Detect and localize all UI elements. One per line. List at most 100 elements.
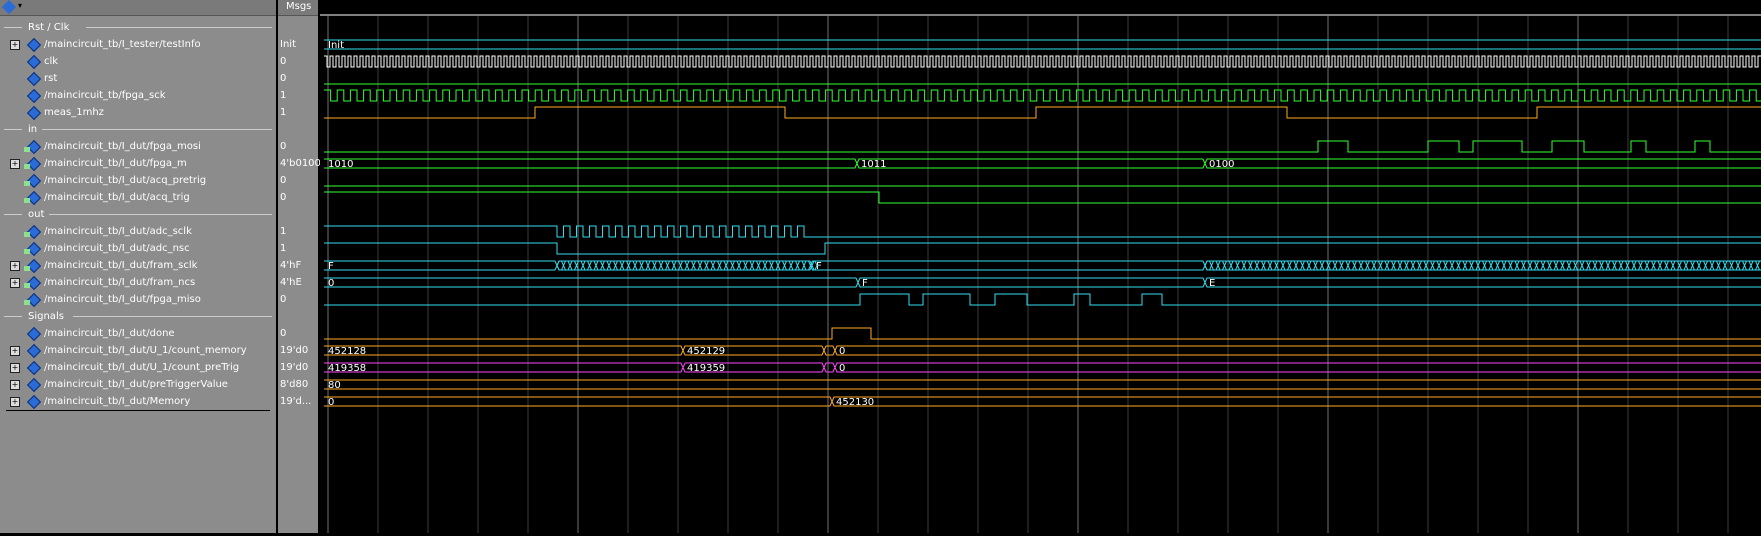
expand-icon[interactable]: + xyxy=(10,40,20,50)
signal-name: /maincircuit_tb/I_dut/fram_ncs xyxy=(44,277,196,288)
msg-value-fpga_m: 4'b0100 xyxy=(280,158,321,169)
msg-value-rst: 0 xyxy=(280,73,287,84)
bus-value-label: E xyxy=(1209,278,1215,289)
expand-icon[interactable]: + xyxy=(10,346,20,356)
group-header-rst-clk[interactable]: Rst / Clk xyxy=(0,19,276,36)
bus-fram_ncs xyxy=(324,281,1761,288)
bus-count_preTrig xyxy=(324,362,1761,369)
bus-value-label: 0 xyxy=(839,363,845,374)
list-end-divider xyxy=(6,410,270,411)
signal-icon xyxy=(26,88,42,104)
signal-name: /maincircuit_tb/I_dut/done xyxy=(44,328,175,339)
msg-value-adc_nsc: 1 xyxy=(280,243,287,254)
wave-fpga_sck xyxy=(324,89,1761,102)
signal-row-acq_pretrig[interactable]: /maincircuit_tb/I_dut/acq_pretrig xyxy=(0,172,276,189)
bus-value-label: 80 xyxy=(328,380,341,391)
expand-icon[interactable]: + xyxy=(10,363,20,373)
wave-adc_nsc xyxy=(324,242,1761,255)
signal-row-adc_nsc[interactable]: /maincircuit_tb/I_dut/adc_nsc xyxy=(0,240,276,257)
signal-row-count_memory[interactable]: + /maincircuit_tb/I_dut/U_1/count_memory xyxy=(0,342,276,359)
signal-row-acq_trig[interactable]: /maincircuit_tb/I_dut/acq_trig xyxy=(0,189,276,206)
signal-row-count_preTrig[interactable]: + /maincircuit_tb/I_dut/U_1/count_preTrig xyxy=(0,359,276,376)
signal-name: /maincircuit_tb/I_dut/fpga_miso xyxy=(44,294,201,305)
bus-value-label: 419359 xyxy=(687,363,725,374)
wave-header xyxy=(320,0,1761,15)
signal-row-preTriggerValue[interactable]: + /maincircuit_tb/I_dut/preTriggerValue xyxy=(0,376,276,393)
signal-row-fram_ncs[interactable]: + /maincircuit_tb/I_dut/fram_ncs xyxy=(0,274,276,291)
signal-row-fpga_mosi[interactable]: /maincircuit_tb/I_dut/fpga_mosi xyxy=(0,138,276,155)
signal-name: /maincircuit_tb/I_dut/U_1/count_memory xyxy=(44,345,247,356)
bus-value-label: 452130 xyxy=(836,397,874,408)
output-port-icon xyxy=(24,283,30,288)
msgs-header: Msgs xyxy=(278,0,318,16)
bus-count_preTrig xyxy=(324,366,1761,373)
wave-toolbar-icon[interactable] xyxy=(1,0,17,15)
bus-fram_ncs xyxy=(324,277,1761,284)
bus-value-label: Init xyxy=(328,40,344,51)
signal-name: /maincircuit_tb/I_dut/U_1/count_preTrig xyxy=(44,362,240,373)
bus-value-label: 1011 xyxy=(861,159,886,170)
input-port-icon xyxy=(24,198,30,203)
msg-value-testInfo: Init xyxy=(280,39,296,50)
signal-name: /maincircuit_tb/I_dut/adc_nsc xyxy=(44,243,190,254)
expand-icon[interactable]: + xyxy=(10,380,20,390)
signal-row-fpga_sck[interactable]: /maincircuit_tb/fpga_sck xyxy=(0,87,276,104)
signal-name: /maincircuit_tb/I_dut/acq_pretrig xyxy=(44,175,207,186)
input-port-icon xyxy=(24,164,30,169)
signal-icon xyxy=(26,54,42,70)
msg-value-meas_1mhz: 1 xyxy=(280,107,287,118)
group-label: out xyxy=(26,206,47,223)
signal-icon xyxy=(26,394,42,410)
group-divider xyxy=(4,316,22,317)
signal-row-fram_sclk[interactable]: + /maincircuit_tb/I_dut/fram_sclk xyxy=(0,257,276,274)
wave-fpga_miso xyxy=(324,293,1761,306)
signal-row-rst[interactable]: rst xyxy=(0,70,276,87)
group-divider xyxy=(85,27,272,28)
signal-names-pane: ▾ Rst / Clk + /maincircuit_tb/I_tester/tes… xyxy=(0,0,276,533)
msg-value-fram_ncs: 4'hE xyxy=(280,277,302,288)
waveform-canvas[interactable]: Init1010 1011 0100F F0 F E452128 452129 0419358… xyxy=(320,0,1761,533)
bus-value-label: 452129 xyxy=(687,346,725,357)
signal-row-meas_1mhz[interactable]: meas_1mhz xyxy=(0,104,276,121)
group-header-out[interactable]: out xyxy=(0,206,276,223)
msg-value-done: 0 xyxy=(280,328,287,339)
signal-name: /maincircuit_tb/I_dut/adc_sclk xyxy=(44,226,192,237)
waveform-pane[interactable]: Init 1010 1011 0100 F F 0 F E 452128 452129 0 419358… xyxy=(320,0,1761,533)
bus-value-label: 0 xyxy=(839,346,845,357)
signal-name: rst xyxy=(44,73,58,84)
bus-count_memory xyxy=(324,349,1761,356)
chevron-down-icon[interactable]: ▾ xyxy=(18,1,22,10)
msg-value-fpga_mosi: 0 xyxy=(280,141,287,152)
signal-row-testInfo[interactable]: + /maincircuit_tb/I_tester/testInfo xyxy=(0,36,276,53)
expand-icon[interactable]: + xyxy=(10,261,20,271)
signal-row-fpga_m[interactable]: + /maincircuit_tb/I_dut/fpga_m xyxy=(0,155,276,172)
signal-row-adc_sclk[interactable]: /maincircuit_tb/I_dut/adc_sclk xyxy=(0,223,276,240)
group-header-in[interactable]: in xyxy=(0,121,276,138)
signal-name: meas_1mhz xyxy=(44,107,104,118)
signal-name: /maincircuit_tb/I_dut/Memory xyxy=(44,396,191,407)
signal-row-done[interactable]: /maincircuit_tb/I_dut/done xyxy=(0,325,276,342)
bus-value-label: 0 xyxy=(328,397,334,408)
bus-value-label: F xyxy=(862,278,868,289)
signal-icon xyxy=(26,343,42,359)
msg-value-adc_sclk: 1 xyxy=(280,226,287,237)
signal-name: clk xyxy=(44,56,59,67)
signal-icon xyxy=(26,377,42,393)
msg-value-acq_trig: 0 xyxy=(280,192,287,203)
group-header-signals[interactable]: Signals xyxy=(0,308,276,325)
bus-fpga_m xyxy=(324,158,1761,165)
signal-row-memory[interactable]: + /maincircuit_tb/I_dut/Memory xyxy=(0,393,276,410)
group-divider xyxy=(73,316,272,317)
wave-fpga_mosi xyxy=(324,140,1761,153)
msg-value-fpga_miso: 0 xyxy=(280,294,287,305)
signal-row-clk[interactable]: clk xyxy=(0,53,276,70)
names-header: ▾ xyxy=(0,0,276,16)
signal-icon xyxy=(26,360,42,376)
wave-clk xyxy=(324,55,1761,68)
expand-icon[interactable]: + xyxy=(10,159,20,169)
expand-icon[interactable]: + xyxy=(10,278,20,288)
bus-value-label: 0100 xyxy=(1209,159,1234,170)
bus-fram_sclk xyxy=(324,264,1761,271)
signal-row-fpga_miso[interactable]: /maincircuit_tb/I_dut/fpga_miso xyxy=(0,291,276,308)
expand-icon[interactable]: + xyxy=(10,397,20,407)
